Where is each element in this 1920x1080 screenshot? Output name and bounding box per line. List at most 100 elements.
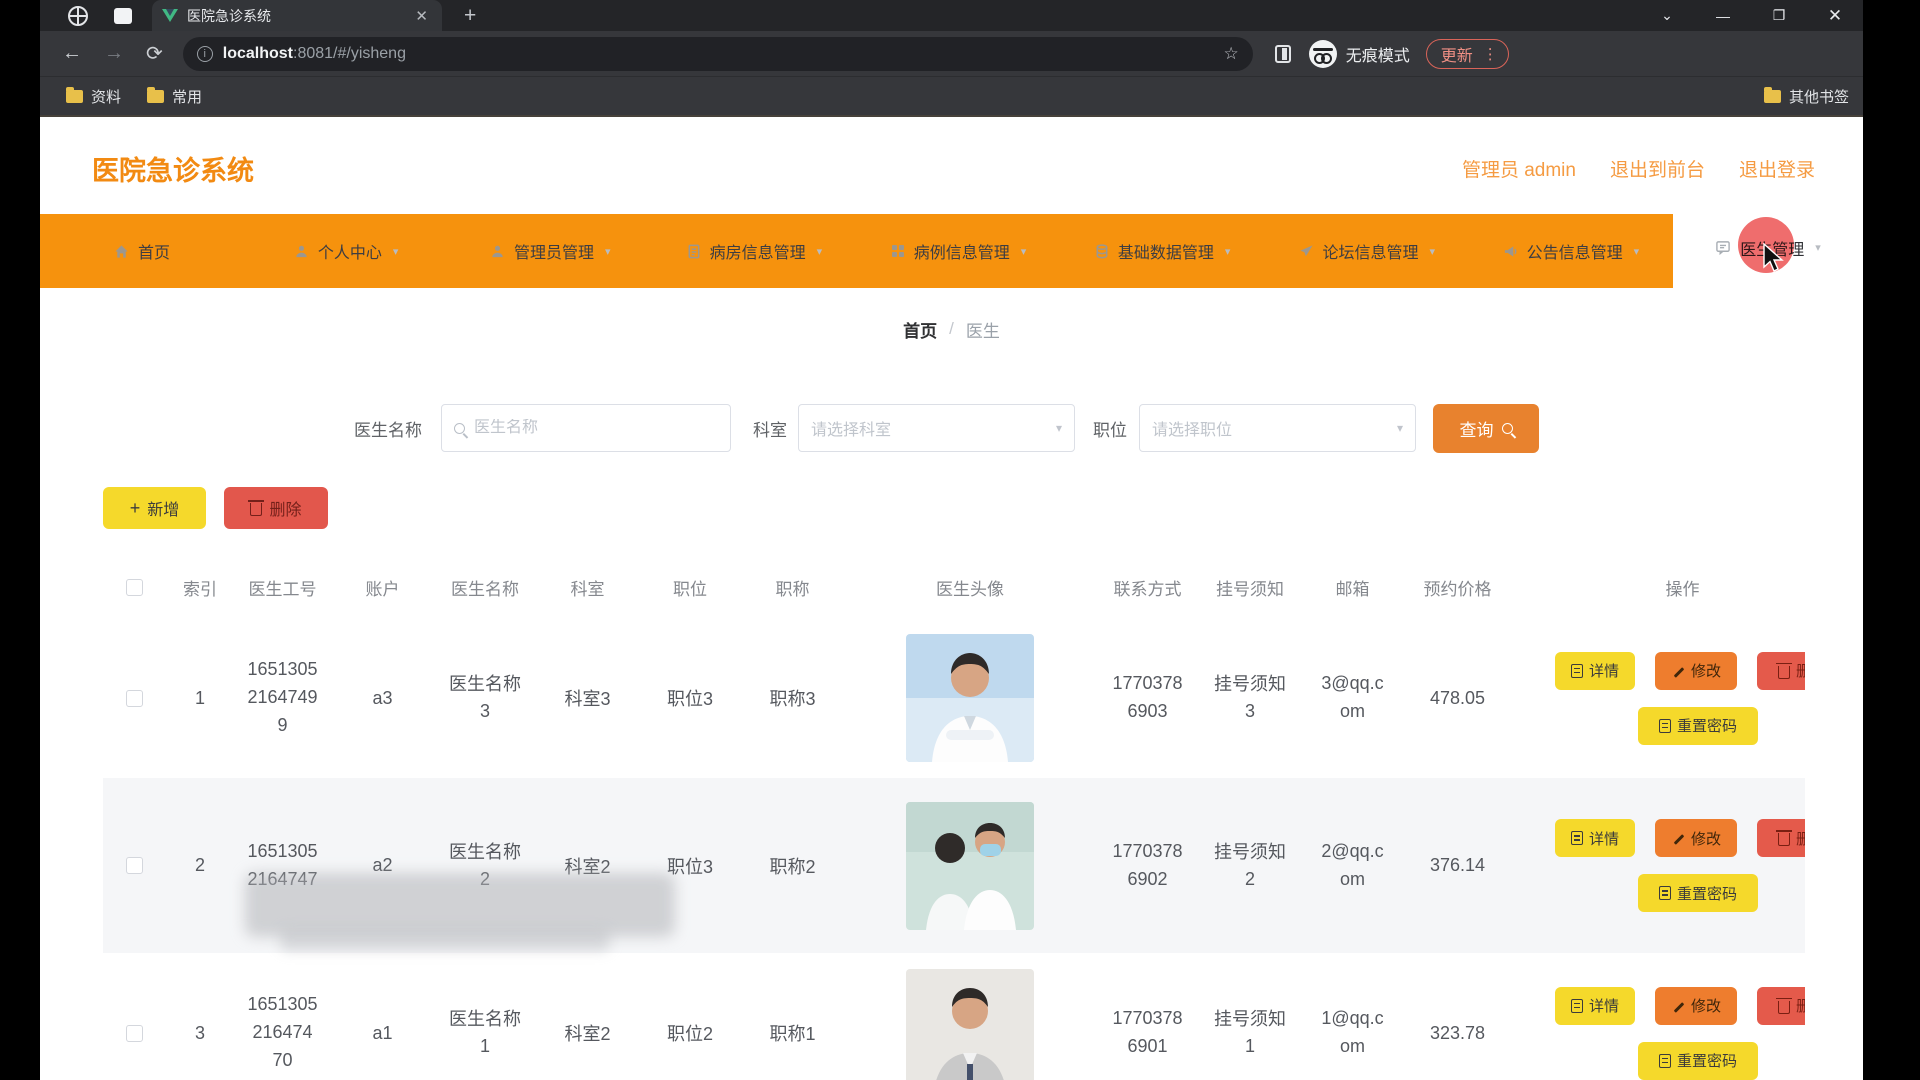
detail-button[interactable]: 详情 xyxy=(1555,987,1635,1025)
col-header: 账户 xyxy=(330,557,435,618)
query-button[interactable]: 查询 xyxy=(1433,404,1539,453)
nav-item-notice[interactable]: 公告信息管理 ▾ xyxy=(1469,214,1673,288)
table-row: 3 1651305216474 70 a1 医生名称1 科室2 职位2 职称1 xyxy=(103,953,1805,1080)
chevron-down-icon: ▾ xyxy=(1397,421,1403,435)
add-label: 新增 xyxy=(147,496,179,520)
restore-icon[interactable]: ❐ xyxy=(1751,7,1807,24)
row-delete-button[interactable]: 删除 xyxy=(1757,987,1805,1025)
minimize-icon[interactable]: — xyxy=(1695,8,1751,24)
nav-item-basedata[interactable]: 基础数据管理 ▾ xyxy=(1061,214,1265,288)
nav-item-admins[interactable]: 管理员管理 ▾ xyxy=(448,214,652,288)
cell-price: 323.78 xyxy=(1405,953,1510,1080)
page-info-icon[interactable]: i xyxy=(197,46,213,62)
reset-password-button[interactable]: 重置密码 xyxy=(1638,874,1758,912)
cell-phone: 17703786902 xyxy=(1111,838,1185,894)
edit-label: 修改 xyxy=(1691,828,1721,849)
dept-select[interactable]: 请选择科室 ▾ xyxy=(798,404,1075,452)
breadcrumb-home[interactable]: 首页 xyxy=(903,317,937,342)
doc-icon xyxy=(1659,886,1671,900)
nav-item-ward[interactable]: 病房信息管理 ▾ xyxy=(652,214,856,288)
edit-button[interactable]: 修改 xyxy=(1655,819,1737,857)
row-delete-label: 删除 xyxy=(1796,660,1805,681)
col-header: 医生名称 xyxy=(435,557,535,618)
position-select[interactable]: 请选择职位 ▾ xyxy=(1139,404,1416,452)
detail-button[interactable]: 详情 xyxy=(1555,652,1635,690)
globe-icon[interactable] xyxy=(68,6,88,26)
chevron-down-icon: ▾ xyxy=(1430,245,1436,258)
reload-icon[interactable]: ⟳ xyxy=(146,41,163,66)
new-tab-icon[interactable]: + xyxy=(464,4,476,28)
cell-phone: 17703786901 xyxy=(1111,1005,1185,1061)
bookmark-folder[interactable]: 常用 xyxy=(147,86,202,107)
add-button[interactable]: + 新增 xyxy=(103,487,206,529)
cell-name: 医生名称1 xyxy=(447,1006,523,1060)
admin-icon xyxy=(490,244,505,259)
col-header: 联系方式 xyxy=(1095,557,1200,618)
col-header: 挂号须知 xyxy=(1200,557,1300,618)
menu-dots-icon[interactable]: ⋮ xyxy=(1483,45,1498,63)
row-delete-button[interactable]: 删除 xyxy=(1757,819,1805,857)
forward-icon[interactable]: → xyxy=(104,42,124,65)
browser-tab[interactable]: 医院急诊系统 ✕ xyxy=(152,0,442,31)
url-bar[interactable]: i localhost :8081/#/yisheng ☆ xyxy=(183,37,1253,71)
cell-dept: 科室3 xyxy=(535,618,640,778)
nav-item-case[interactable]: 病例信息管理 ▾ xyxy=(857,214,1061,288)
folder-icon xyxy=(147,90,164,103)
chevron-down-icon: ▾ xyxy=(1225,245,1231,258)
doctor-photo xyxy=(906,969,1034,1080)
back-icon[interactable]: ← xyxy=(62,42,82,65)
update-label[interactable]: 更新 xyxy=(1441,42,1473,66)
select-all-checkbox[interactable] xyxy=(126,579,143,596)
cell-account: a1 xyxy=(330,953,435,1080)
doctor-name-input[interactable] xyxy=(474,419,718,437)
row-checkbox[interactable] xyxy=(126,690,143,707)
cell-notice: 挂号须知2 xyxy=(1212,839,1288,893)
close-icon[interactable]: ✕ xyxy=(1807,6,1863,26)
dept-select-placeholder: 请选择科室 xyxy=(811,416,1056,440)
delete-button[interactable]: 删除 xyxy=(224,487,328,529)
row-checkbox[interactable] xyxy=(126,857,143,874)
doctor-photo xyxy=(906,802,1034,930)
dept-label: 科室 xyxy=(753,404,787,453)
row-checkbox[interactable] xyxy=(126,1025,143,1042)
reset-password-button[interactable]: 重置密码 xyxy=(1638,707,1758,745)
other-bookmarks[interactable]: 其他书签 xyxy=(1764,86,1849,107)
cell-price: 376.14 xyxy=(1405,778,1510,953)
cell-job-title: 职称3 xyxy=(740,618,845,778)
cell-dept: 科室2 xyxy=(535,953,640,1080)
reset-password-button[interactable]: 重置密码 xyxy=(1638,1042,1758,1080)
chevron-down-icon: ▾ xyxy=(817,245,823,258)
nav-item-home[interactable]: 首页 xyxy=(40,214,244,288)
chevron-down-icon: ▾ xyxy=(605,245,611,258)
cell-work-id: 1651305216474 70 xyxy=(246,991,320,1075)
nav-label: 论坛信息管理 xyxy=(1323,239,1419,263)
admin-user-link[interactable]: 管理员 admin xyxy=(1462,155,1576,182)
trash-icon xyxy=(1778,833,1790,846)
chat-square-icon xyxy=(1715,240,1731,255)
detail-button[interactable]: 详情 xyxy=(1555,819,1635,857)
doc-icon xyxy=(1571,664,1583,678)
forum-icon xyxy=(1299,244,1314,259)
nav-item-forum[interactable]: 论坛信息管理 ▾ xyxy=(1265,214,1469,288)
cell-account: a3 xyxy=(330,618,435,778)
chevron-down-icon[interactable]: ⌄ xyxy=(1639,7,1695,24)
logout-link[interactable]: 退出登录 xyxy=(1739,155,1815,182)
tab-square-icon[interactable] xyxy=(114,8,132,24)
edit-button[interactable]: 修改 xyxy=(1655,987,1737,1025)
window-controls: ⌄ — ❐ ✕ xyxy=(1639,0,1863,31)
tab-close-icon[interactable]: ✕ xyxy=(411,7,432,25)
star-icon[interactable]: ☆ xyxy=(1224,44,1239,64)
breadcrumb-current: 医生 xyxy=(966,317,1000,342)
sidebar-icon[interactable] xyxy=(1275,45,1291,63)
update-menu[interactable]: 更新 ⋮ xyxy=(1426,39,1509,69)
doctor-table: 索引 医生工号 账户 医生名称 科室 职位 职称 医生头像 联系方式 挂号须知 … xyxy=(103,557,1805,1080)
nav-item-profile[interactable]: 个人中心 ▾ xyxy=(244,214,448,288)
cell-index: 2 xyxy=(165,778,235,953)
bookmark-folder[interactable]: 资料 xyxy=(66,86,121,107)
exit-front-link[interactable]: 退出到前台 xyxy=(1610,155,1705,182)
search-icon xyxy=(454,423,465,434)
edit-button[interactable]: 修改 xyxy=(1655,652,1737,690)
incognito-indicator: 无痕模式 xyxy=(1309,40,1410,68)
nav-label: 病房信息管理 xyxy=(710,239,806,263)
row-delete-button[interactable]: 删除 xyxy=(1757,652,1805,690)
